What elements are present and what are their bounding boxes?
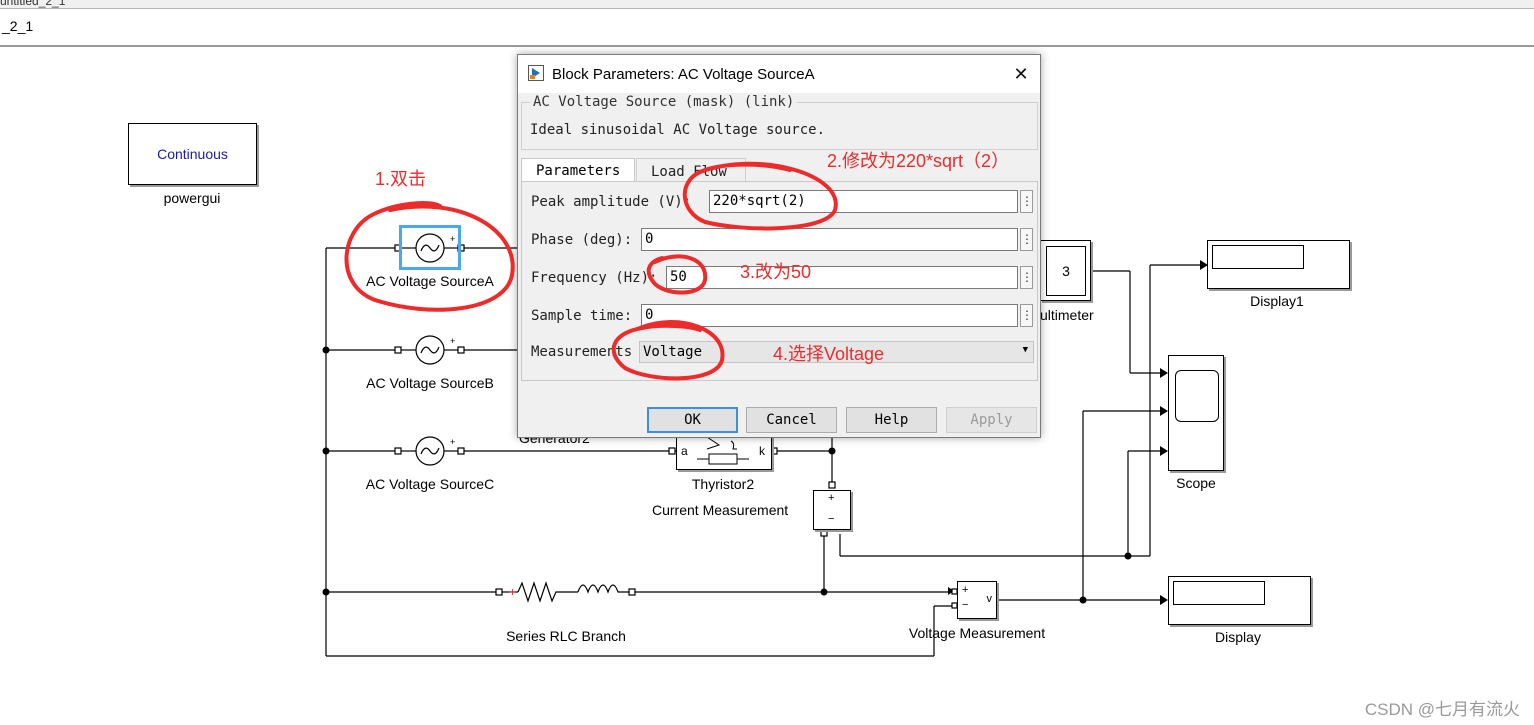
annotation-step4: 4.选择Voltage (773, 344, 885, 364)
annotation-step2: 2.修改为220*sqrt（2） (827, 151, 1010, 171)
annotation-marks (344, 161, 838, 381)
annotation-step1: 1.双击 (375, 169, 427, 189)
annotation-step3: 3.改为50 (740, 262, 812, 282)
watermark: CSDN @七月有流火 (1364, 700, 1520, 719)
